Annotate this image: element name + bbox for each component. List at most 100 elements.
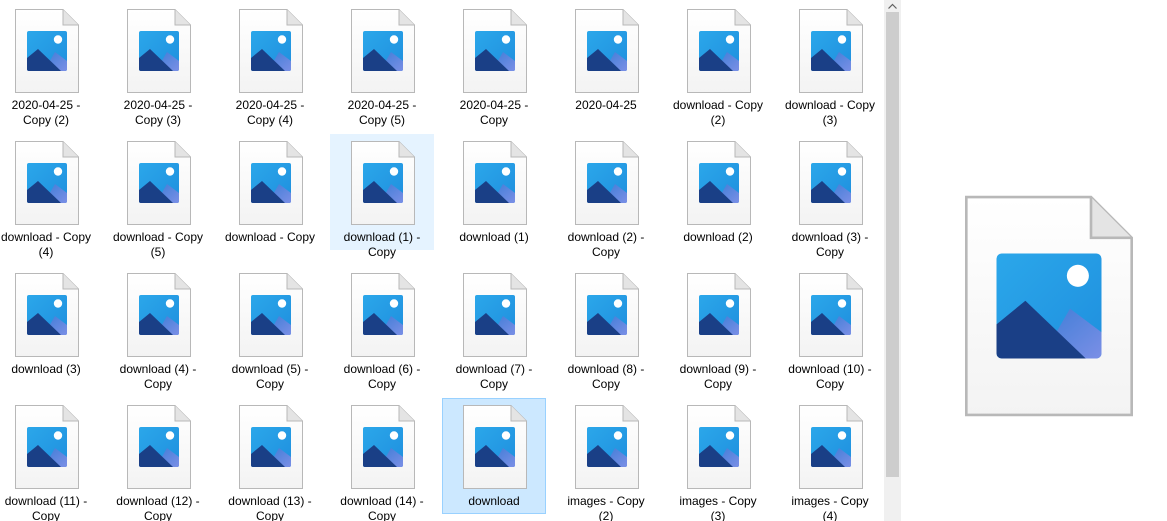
file-name-label: download (3) - Copy — [791, 230, 869, 259]
file-item[interactable]: download (6) - Copy — [330, 266, 434, 391]
file-item[interactable]: download - Copy (3) — [778, 2, 882, 127]
preview-pane — [901, 0, 1167, 521]
file-name-label: images - Copy (3) — [679, 494, 757, 521]
file-name-label: 2020-04-25 - Copy (3) — [123, 98, 193, 127]
file-name-label: 2020-04-25 — [575, 98, 637, 112]
image-file-icon — [799, 9, 863, 93]
file-item[interactable]: 2020-04-25 - Copy (5) — [330, 2, 434, 127]
file-name-label: download (1) — [459, 230, 529, 244]
file-name-label: download - Copy (4) — [0, 230, 92, 259]
image-file-icon — [15, 9, 79, 93]
file-item[interactable]: images - Copy (3) — [666, 398, 770, 521]
file-item[interactable]: download - Copy (5) — [106, 134, 210, 259]
image-file-icon — [575, 141, 639, 225]
image-file-icon — [351, 141, 415, 225]
scroll-up-arrow-icon[interactable] — [884, 0, 901, 12]
file-item[interactable]: download (3) - Copy — [778, 134, 882, 259]
file-name-label: download - Copy (5) — [112, 230, 204, 259]
file-item[interactable]: download (4) - Copy — [106, 266, 210, 391]
file-name-label: download - Copy — [224, 230, 316, 244]
file-item[interactable]: download (2) — [666, 134, 770, 250]
file-name-label: download (8) - Copy — [567, 362, 645, 391]
file-name-label: 2020-04-25 - Copy (2) — [11, 98, 81, 127]
image-file-icon — [463, 273, 527, 357]
file-name-label: download (1) - Copy — [343, 230, 421, 259]
file-item[interactable]: 2020-04-25 - Copy (2) — [0, 2, 98, 127]
image-file-icon — [799, 141, 863, 225]
image-file-icon — [239, 273, 303, 357]
file-item[interactable]: download - Copy (4) — [0, 134, 98, 259]
file-name-label: download (13) - Copy — [228, 494, 312, 521]
image-file-icon — [127, 273, 191, 357]
file-item[interactable]: download — [442, 398, 546, 514]
image-file-icon — [127, 141, 191, 225]
file-item[interactable]: download (14) - Copy — [330, 398, 434, 521]
file-item[interactable]: download (8) - Copy — [554, 266, 658, 391]
image-file-icon — [239, 141, 303, 225]
file-item[interactable]: download (10) - Copy — [778, 266, 882, 391]
file-item[interactable]: download (5) - Copy — [218, 266, 322, 391]
image-file-icon — [575, 9, 639, 93]
image-file-icon — [15, 141, 79, 225]
file-name-label: download (2) — [683, 230, 753, 244]
file-item[interactable]: download (13) - Copy — [218, 398, 322, 521]
vertical-scrollbar[interactable] — [884, 0, 901, 521]
file-name-label: download (12) - Copy — [116, 494, 200, 521]
file-item[interactable]: download (1) - Copy — [330, 134, 434, 259]
file-item[interactable]: download (9) - Copy — [666, 266, 770, 391]
image-file-icon — [351, 273, 415, 357]
file-name-label: images - Copy (4) — [791, 494, 869, 521]
file-name-label: download (3) — [11, 362, 81, 376]
image-file-icon — [351, 405, 415, 489]
file-item[interactable]: images - Copy (4) — [778, 398, 882, 521]
file-name-label: download (5) - Copy — [231, 362, 309, 391]
file-item[interactable]: 2020-04-25 — [554, 2, 658, 118]
file-item[interactable]: download (11) - Copy — [0, 398, 98, 521]
image-file-icon — [687, 405, 751, 489]
file-name-label: 2020-04-25 - Copy — [459, 98, 529, 127]
file-item[interactable]: 2020-04-25 - Copy (3) — [106, 2, 210, 127]
file-item[interactable]: download (12) - Copy — [106, 398, 210, 521]
image-file-icon — [463, 141, 527, 225]
file-item[interactable]: download (2) - Copy — [554, 134, 658, 259]
image-file-icon — [15, 273, 79, 357]
image-file-icon — [799, 405, 863, 489]
file-name-label: download (4) - Copy — [119, 362, 197, 391]
file-name-label: download (6) - Copy — [343, 362, 421, 391]
file-grid: 2020-04-25 - Copy (2) 2020-04-25 - Copy (… — [0, 0, 884, 521]
image-file-icon — [463, 9, 527, 93]
file-name-label: images - Copy (2) — [567, 494, 645, 521]
file-name-label: download (7) - Copy — [455, 362, 533, 391]
image-file-icon — [575, 273, 639, 357]
file-item[interactable]: 2020-04-25 - Copy — [442, 2, 546, 127]
image-file-icon — [687, 9, 751, 93]
file-name-label: download (9) - Copy — [679, 362, 757, 391]
image-file-icon — [463, 405, 527, 489]
image-file-icon — [239, 405, 303, 489]
file-name-label: download - Copy (3) — [784, 98, 876, 127]
file-item[interactable]: download (7) - Copy — [442, 266, 546, 391]
file-name-label: download (14) - Copy — [340, 494, 424, 521]
preview-image-file-icon — [965, 194, 1133, 418]
image-file-icon — [239, 9, 303, 93]
image-file-icon — [799, 273, 863, 357]
file-name-label: download (10) - Copy — [788, 362, 872, 391]
image-file-icon — [127, 405, 191, 489]
file-item[interactable]: download - Copy (2) — [666, 2, 770, 127]
file-name-label: download (11) - Copy — [4, 494, 88, 521]
file-item[interactable]: 2020-04-25 - Copy (4) — [218, 2, 322, 127]
file-name-label: 2020-04-25 - Copy (5) — [347, 98, 417, 127]
file-item[interactable]: download (3) — [0, 266, 98, 382]
file-item[interactable]: images - Copy (2) — [554, 398, 658, 521]
file-item[interactable]: download (1) — [442, 134, 546, 250]
image-file-icon — [687, 141, 751, 225]
image-file-icon — [127, 9, 191, 93]
image-file-icon — [687, 273, 751, 357]
image-file-icon — [15, 405, 79, 489]
scrollbar-thumb[interactable] — [886, 12, 899, 477]
file-item[interactable]: download - Copy — [218, 134, 322, 250]
file-name-label: 2020-04-25 - Copy (4) — [235, 98, 305, 127]
file-name-label: download - Copy (2) — [672, 98, 764, 127]
file-name-label: download (2) - Copy — [567, 230, 645, 259]
image-file-icon — [575, 405, 639, 489]
